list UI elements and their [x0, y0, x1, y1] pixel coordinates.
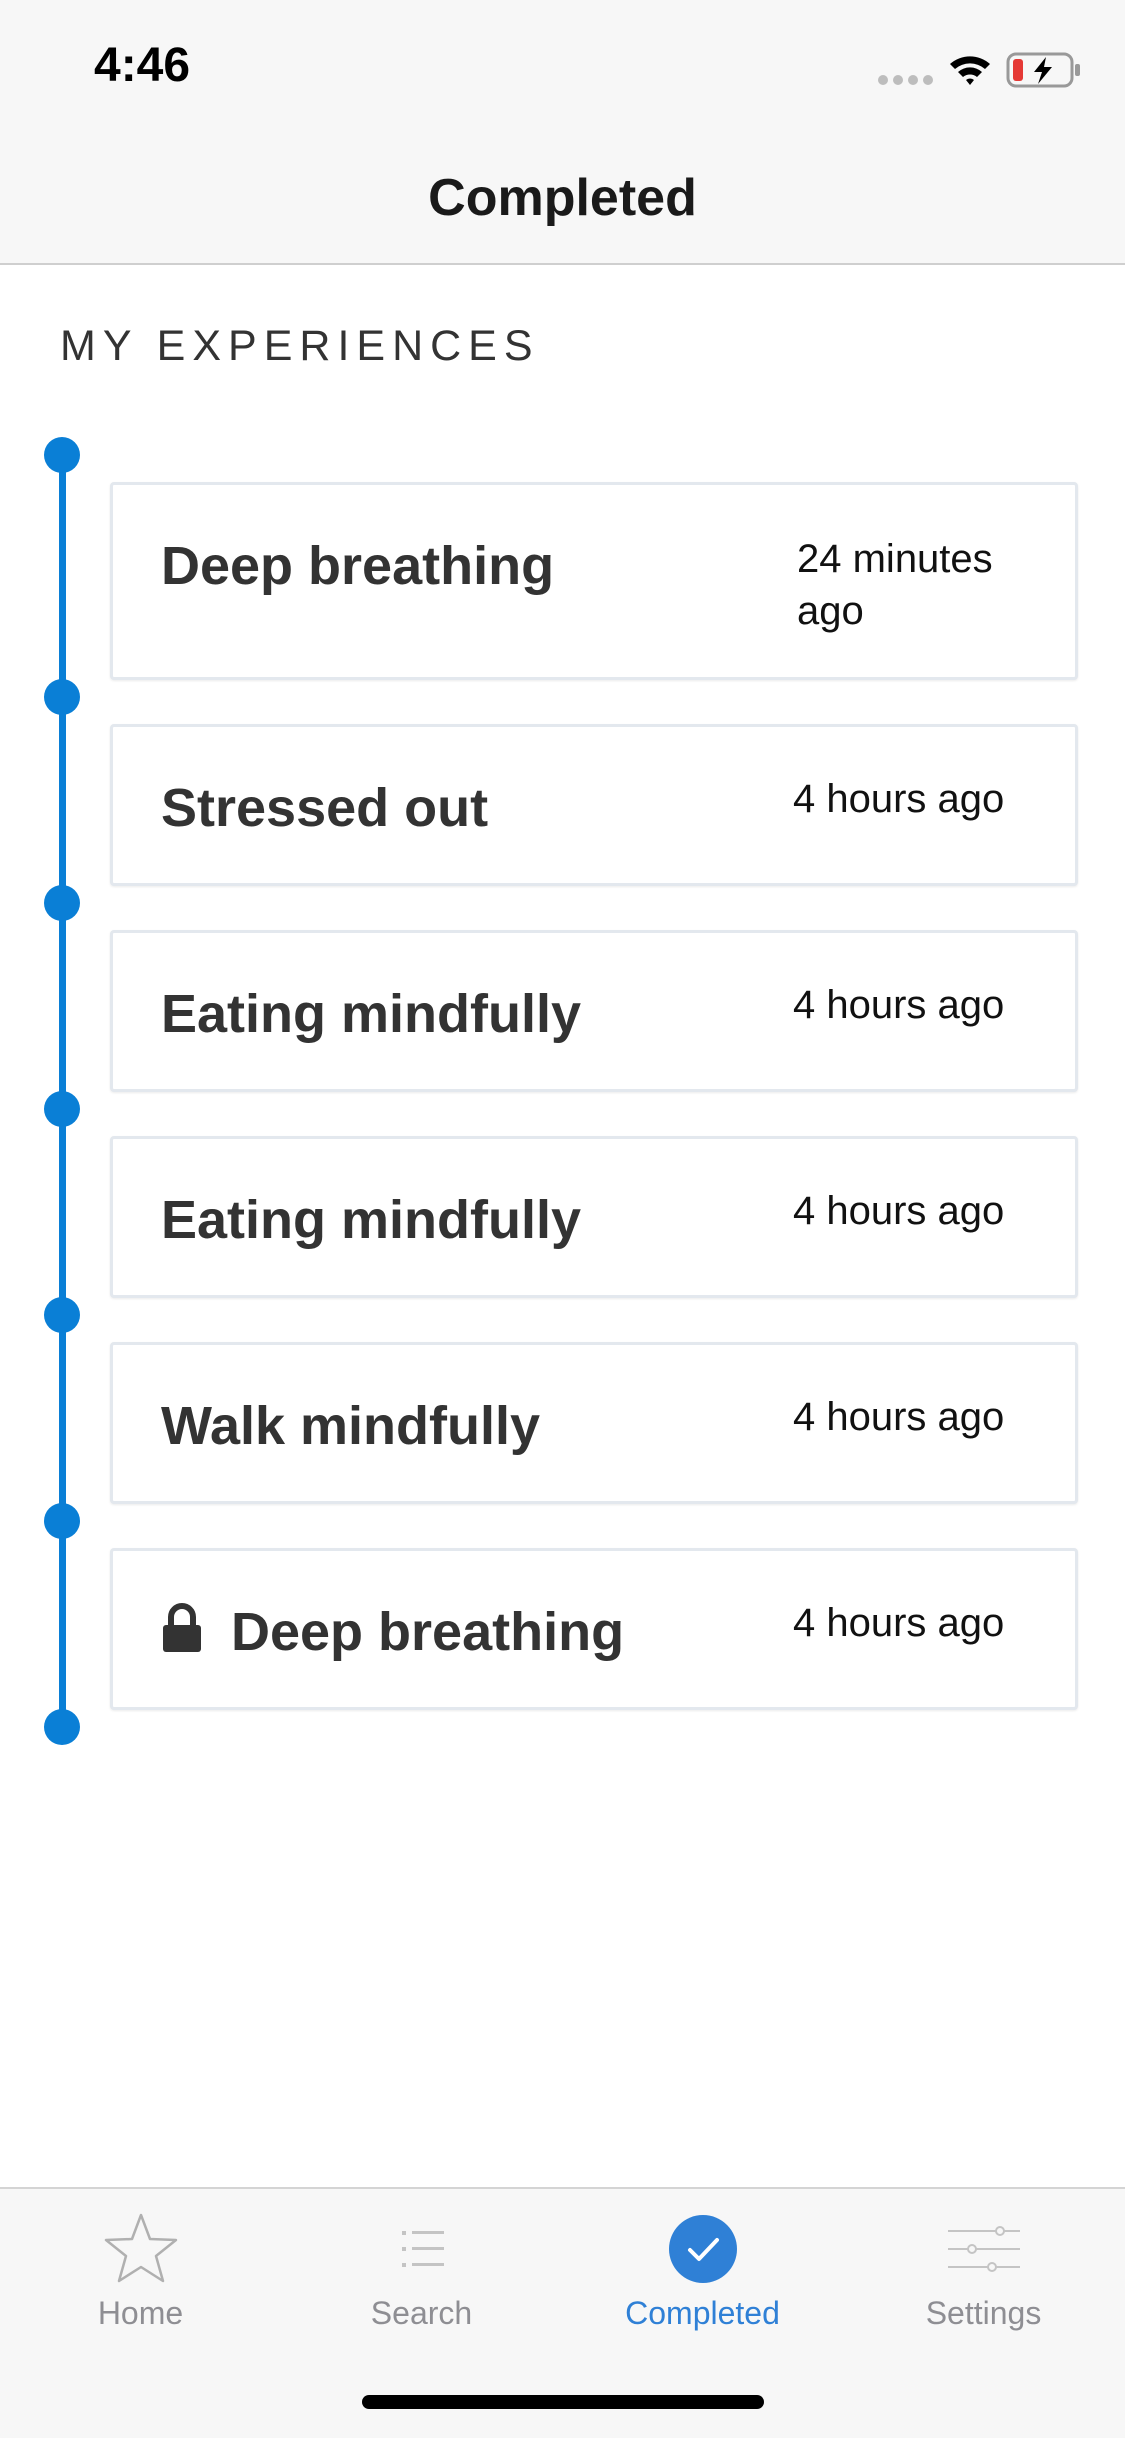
lock-icon — [163, 1603, 201, 1652]
experience-card[interactable]: Eating mindfully 4 hours ago — [110, 930, 1078, 1092]
experience-card[interactable]: Walk mindfully 4 hours ago — [110, 1342, 1078, 1504]
cellular-signal-icon — [878, 75, 934, 85]
page-title: Completed — [428, 169, 697, 227]
battery-charging-icon — [1006, 52, 1080, 88]
tab-completed[interactable]: Completed — [562, 2189, 843, 2349]
tab-settings[interactable]: Settings — [843, 2189, 1124, 2349]
experience-card[interactable]: Deep breathing 4 hours ago — [110, 1548, 1078, 1710]
experience-title: Stressed out — [161, 778, 489, 838]
timeline-dot — [44, 1503, 80, 1539]
experience-time: 4 hours ago — [793, 1601, 1005, 1645]
experience-time: 4 hours ago — [793, 1395, 1005, 1439]
tab-label: Settings — [925, 2295, 1042, 2331]
list-icon — [401, 2231, 444, 2267]
timeline-dot — [44, 1091, 80, 1127]
tab-label: Search — [370, 2295, 473, 2331]
tab-label: Home — [97, 2295, 184, 2331]
timeline-dot — [44, 1297, 80, 1333]
section-header: MY EXPERIENCES — [60, 322, 540, 370]
tab-label: Completed — [625, 2295, 780, 2331]
checkmark-circle-icon — [668, 2215, 737, 2283]
timeline-dot — [44, 1709, 80, 1745]
sliders-icon — [947, 2226, 1020, 2272]
timeline-dot — [44, 679, 80, 715]
star-icon — [104, 2213, 177, 2283]
experience-time: 4 hours ago — [793, 1189, 1005, 1233]
home-indicator[interactable] — [362, 2395, 764, 2409]
experience-title: Deep breathing — [231, 1602, 625, 1662]
status-time: 4:46 — [94, 39, 191, 92]
timeline-dot — [44, 885, 80, 921]
status-bar: 4:46 — [0, 0, 1125, 132]
experience-title: Walk mindfully — [161, 1396, 541, 1456]
timeline-dot — [44, 437, 80, 473]
wifi-icon — [950, 56, 990, 85]
experience-title: Deep breathing — [161, 536, 555, 596]
experience-title: Eating mindfully — [161, 984, 582, 1044]
experience-card[interactable]: Stressed out 4 hours ago — [110, 724, 1078, 886]
experience-time: 24 minutes ago — [797, 537, 993, 633]
experience-card[interactable]: Deep breathing 24 minutes ago — [110, 482, 1078, 680]
tab-home[interactable]: Home — [0, 2189, 281, 2349]
experience-time: 4 hours ago — [793, 983, 1005, 1027]
navigation-bar: Completed — [0, 132, 1125, 265]
experience-time: 4 hours ago — [793, 777, 1005, 821]
experience-title: Eating mindfully — [161, 1190, 582, 1250]
experience-card[interactable]: Eating mindfully 4 hours ago — [110, 1136, 1078, 1298]
tab-search[interactable]: Search — [281, 2189, 562, 2349]
